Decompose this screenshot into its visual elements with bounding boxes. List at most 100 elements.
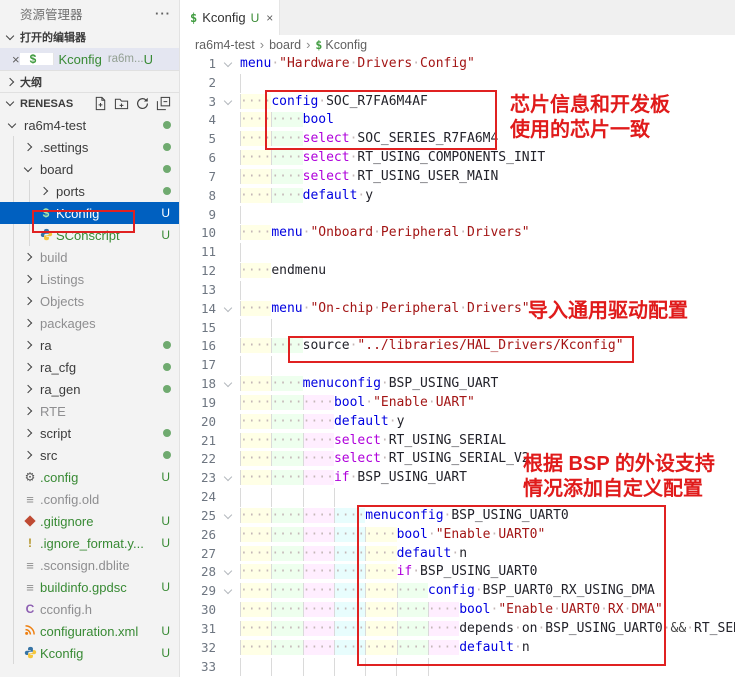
tree-item--config-old[interactable]: ≡.config.old [0,488,179,510]
code-line-3[interactable]: 3····config·SOC_R7FA6M4AF [180,93,735,112]
fold-chevron-icon[interactable] [224,586,232,594]
code-line-21[interactable]: 21············select·RT_USING_SERIAL [180,432,735,451]
code-line-10[interactable]: 10····menu·"Onboard·Peripheral·Drivers" [180,224,735,243]
indent-chunk: ···· [271,395,302,410]
tree-item-label: configuration.xml [40,624,138,639]
breadcrumb-item-project[interactable]: ra6m4-test [195,38,255,52]
fold-chevron-icon[interactable] [224,379,232,387]
tree-item-script[interactable]: script [0,422,179,444]
tree-item-ra-gen[interactable]: ra_gen [0,378,179,400]
code-line-8[interactable]: 8········default·y [180,187,735,206]
tree-item--ignore-format-y-[interactable]: !.ignore_format.y...U [0,532,179,554]
tree-item-build[interactable]: build [0,246,179,268]
tree-item--sconsign-dblite[interactable]: ≡.sconsign.dblite [0,554,179,576]
tree-item-ra6m4-test[interactable]: ra6m4-test [0,114,179,136]
code-line-5[interactable]: 5········select·SOC_SERIES_R7FA6M4 [180,130,735,149]
code-line-7[interactable]: 7········select·RT_USING_USER_MAIN [180,168,735,187]
code-line-26[interactable]: 26····················bool·"Enable·UART0… [180,526,735,545]
code-line-23[interactable]: 23············if·BSP_USING_UART [180,469,735,488]
tree-item-ra-cfg[interactable]: ra_cfg [0,356,179,378]
tab-kconfig[interactable]: $ Kconfig U × [180,0,280,35]
fold-chevron-icon[interactable] [224,303,232,311]
code-line-29[interactable]: 29························config·BSP_UAR… [180,582,735,601]
tab-git-badge: U [251,11,260,25]
section-outline[interactable]: 大纲 [0,70,179,92]
slot [22,276,38,282]
new-folder-icon[interactable] [114,96,129,111]
collapse-all-icon[interactable] [156,96,171,111]
more-actions-icon[interactable]: ··· [155,6,171,21]
tree-item-packages[interactable]: packages [0,312,179,334]
chevron-right-icon: › [306,37,310,52]
fold-chevron-icon[interactable] [224,511,232,519]
tree-item-buildinfo-gpdsc[interactable]: ≡buildinfo.gpdscU [0,576,179,598]
modified-dot [163,385,171,393]
code-line-25[interactable]: 25················menuconfig·BSP_USING_U… [180,507,735,526]
tree-item-kconfig[interactable]: KconfigU [0,642,179,664]
code-line-2[interactable]: 2 [180,74,735,93]
tab-close-icon[interactable]: × [266,11,273,25]
tree-item-ra[interactable]: ra [0,334,179,356]
indent-guide [240,356,271,375]
line-number: 31 [180,620,216,639]
fold-chevron-icon[interactable] [224,473,232,481]
code-line-31[interactable]: 31····························depends·on… [180,620,735,639]
code-line-11[interactable]: 11 [180,243,735,262]
code-line-13[interactable]: 13 [180,281,735,300]
tree-item-listings[interactable]: Listings [0,268,179,290]
tree-item-cconfig-h[interactable]: Ccconfig.h [0,598,179,620]
open-editor-item-kconfig[interactable]: × $ Kconfig ra6m... U [0,48,179,70]
code-line-30[interactable]: 30····························bool·"Enab… [180,601,735,620]
code-line-32[interactable]: 32····························default·n [180,639,735,658]
breadcrumb-item-folder[interactable]: board [269,38,301,52]
indent-chunk: ···· [365,564,396,579]
tree-item-ports[interactable]: ports [0,180,179,202]
tree-item-objects[interactable]: Objects [0,290,179,312]
breadcrumb-item-file[interactable]: Kconfig [325,38,367,52]
code-line-27[interactable]: 27····················default·n [180,545,735,564]
tree-item-src[interactable]: src [0,444,179,466]
code-line-1[interactable]: 1menu·"Hardware·Drivers·Config" [180,55,735,74]
indent-chunk: ···· [271,621,302,636]
code-line-24[interactable]: 24 [180,488,735,507]
tree-item--config[interactable]: ⚙.configU [0,466,179,488]
section-project[interactable]: RENESAS [0,92,179,114]
tree-item-configuration-xml[interactable]: configuration.xmlU [0,620,179,642]
code-line-15[interactable]: 15 [180,319,735,338]
code-line-28[interactable]: 28····················if·BSP_USING_UART0 [180,563,735,582]
line-number: 15 [180,319,216,338]
code-line-4[interactable]: 4········bool [180,111,735,130]
fold-chevron-icon[interactable] [224,96,232,104]
fold-chevron-icon[interactable] [224,567,232,575]
line-text [240,243,735,262]
code-line-22[interactable]: 22············select·RT_USING_SERIAL_V2 [180,450,735,469]
tree-item--settings[interactable]: .settings [0,136,179,158]
close-icon[interactable]: × [12,52,20,67]
chevron-down-icon [24,163,32,171]
code-line-6[interactable]: 6········select·RT_USING_COMPONENTS_INIT [180,149,735,168]
code-line-16[interactable]: 16········source·"../libraries/HAL_Drive… [180,337,735,356]
tree-item--gitignore[interactable]: .gitignoreU [0,510,179,532]
code-line-19[interactable]: 19············bool·"Enable·UART" [180,394,735,413]
code-line-20[interactable]: 20············default·y [180,413,735,432]
code-line-12[interactable]: 12····endmenu [180,262,735,281]
indent-chunk: ···· [271,150,302,165]
tree-item-kconfig[interactable]: $KconfigU [0,202,179,224]
line-text: ········default·y [240,187,735,206]
code-line-14[interactable]: 14····menu·"On-chip·Peripheral·Drivers" [180,300,735,319]
new-file-icon[interactable] [93,96,108,111]
code-line-17[interactable]: 17 [180,356,735,375]
tree-item-rte[interactable]: RTE [0,400,179,422]
code-area[interactable]: 1menu·"Hardware·Drivers·Config"23····con… [180,55,735,676]
indent-chunk: ···· [334,583,365,598]
refresh-icon[interactable] [135,96,150,111]
tree-item-label: Kconfig [56,206,99,221]
code-line-18[interactable]: 18········menuconfig·BSP_USING_UART [180,375,735,394]
indent-chunk: ···· [240,169,271,184]
fold-chevron-icon[interactable] [224,59,232,67]
tree-item-sconscript[interactable]: SConscriptU [0,224,179,246]
code-line-9[interactable]: 9 [180,206,735,225]
code-line-33[interactable]: 33 [180,658,735,677]
section-open-editors[interactable]: 打开的编辑器 [0,26,179,48]
tree-item-board[interactable]: board [0,158,179,180]
